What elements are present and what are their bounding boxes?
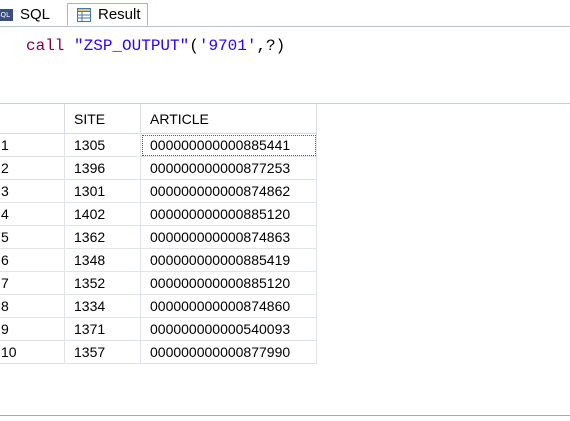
row-number: 6 xyxy=(0,248,65,272)
row-number: 2 xyxy=(0,156,65,180)
result-table: SITE ARTICLE 1 1305 000000000000885441 2… xyxy=(0,104,317,364)
cell-site[interactable]: 1352 xyxy=(64,271,141,295)
column-header-article[interactable]: ARTICLE xyxy=(140,104,317,134)
result-grid[interactable]: SITE ARTICLE 1 1305 000000000000885441 2… xyxy=(0,104,570,415)
cell-site[interactable]: 1396 xyxy=(64,156,141,180)
cell-site[interactable]: 1301 xyxy=(64,179,141,203)
cell-site[interactable]: 1402 xyxy=(64,202,141,226)
tab-result[interactable]: Result xyxy=(67,3,148,26)
cell-site[interactable]: 1371 xyxy=(64,317,141,341)
table-row[interactable]: 10 1357 000000000000877990 xyxy=(0,340,317,364)
row-number: 5 xyxy=(0,225,65,249)
tab-result-label: Result xyxy=(98,6,141,23)
tab-sql[interactable]: SQL SQL xyxy=(0,3,66,26)
sql-rest: ,?) xyxy=(256,37,286,55)
tab-sql-label: SQL xyxy=(20,6,51,23)
cell-article[interactable]: 000000000000877253 xyxy=(140,156,317,180)
cell-site[interactable]: 1305 xyxy=(64,133,141,157)
cell-article[interactable]: 000000000000877990 xyxy=(140,340,317,364)
sql-argument: '9701' xyxy=(198,37,257,55)
row-number: 7 xyxy=(0,271,65,295)
cell-article[interactable]: 000000000000874860 xyxy=(140,294,317,318)
sql-keyword: call xyxy=(26,37,65,55)
column-header-site[interactable]: SITE xyxy=(64,104,141,134)
cell-article[interactable]: 000000000000540093 xyxy=(140,317,317,341)
table-grid-icon xyxy=(77,7,91,22)
sql-editor[interactable]: call "ZSP_OUTPUT"('9701',?) xyxy=(0,27,570,103)
cell-article[interactable]: 000000000000885441 xyxy=(140,133,317,157)
table-row[interactable]: 6 1348 000000000000885419 xyxy=(0,248,317,272)
grid-bottom-border xyxy=(0,415,570,416)
cell-site[interactable]: 1348 xyxy=(64,248,141,272)
sql-icon: SQL xyxy=(0,8,13,21)
cell-article[interactable]: 000000000000885120 xyxy=(140,271,317,295)
row-number: 1 xyxy=(0,133,65,157)
row-number: 8 xyxy=(0,294,65,318)
cell-article[interactable]: 000000000000885120 xyxy=(140,202,317,226)
table-row[interactable]: 3 1301 000000000000874862 xyxy=(0,179,317,203)
table-row[interactable]: 5 1362 000000000000874863 xyxy=(0,225,317,249)
table-row[interactable]: 9 1371 000000000000540093 xyxy=(0,317,317,341)
cell-article[interactable]: 000000000000874862 xyxy=(140,179,317,203)
column-header-rownum[interactable] xyxy=(0,104,65,134)
sql-code-line[interactable]: call "ZSP_OUTPUT"('9701',?) xyxy=(26,37,285,55)
cell-article[interactable]: 000000000000874863 xyxy=(140,225,317,249)
tab-bar: SQL SQL Result xyxy=(0,0,570,27)
table-row[interactable]: 8 1334 000000000000874860 xyxy=(0,294,317,318)
row-number: 9 xyxy=(0,317,65,341)
row-number: 4 xyxy=(0,202,65,226)
row-number: 3 xyxy=(0,179,65,203)
row-number: 10 xyxy=(0,340,65,364)
sql-open-paren: ( xyxy=(189,37,199,55)
cell-site[interactable]: 1334 xyxy=(64,294,141,318)
table-row[interactable]: 7 1352 000000000000885120 xyxy=(0,271,317,295)
table-row[interactable]: 4 1402 000000000000885120 xyxy=(0,202,317,226)
cell-site[interactable]: 1357 xyxy=(64,340,141,364)
cell-article[interactable]: 000000000000885419 xyxy=(140,248,317,272)
table-header-row: SITE ARTICLE xyxy=(0,104,317,134)
table-row[interactable]: 2 1396 000000000000877253 xyxy=(0,156,317,180)
cell-site[interactable]: 1362 xyxy=(64,225,141,249)
table-row[interactable]: 1 1305 000000000000885441 xyxy=(0,133,317,157)
sql-procedure-name: "ZSP_OUTPUT" xyxy=(74,37,190,55)
